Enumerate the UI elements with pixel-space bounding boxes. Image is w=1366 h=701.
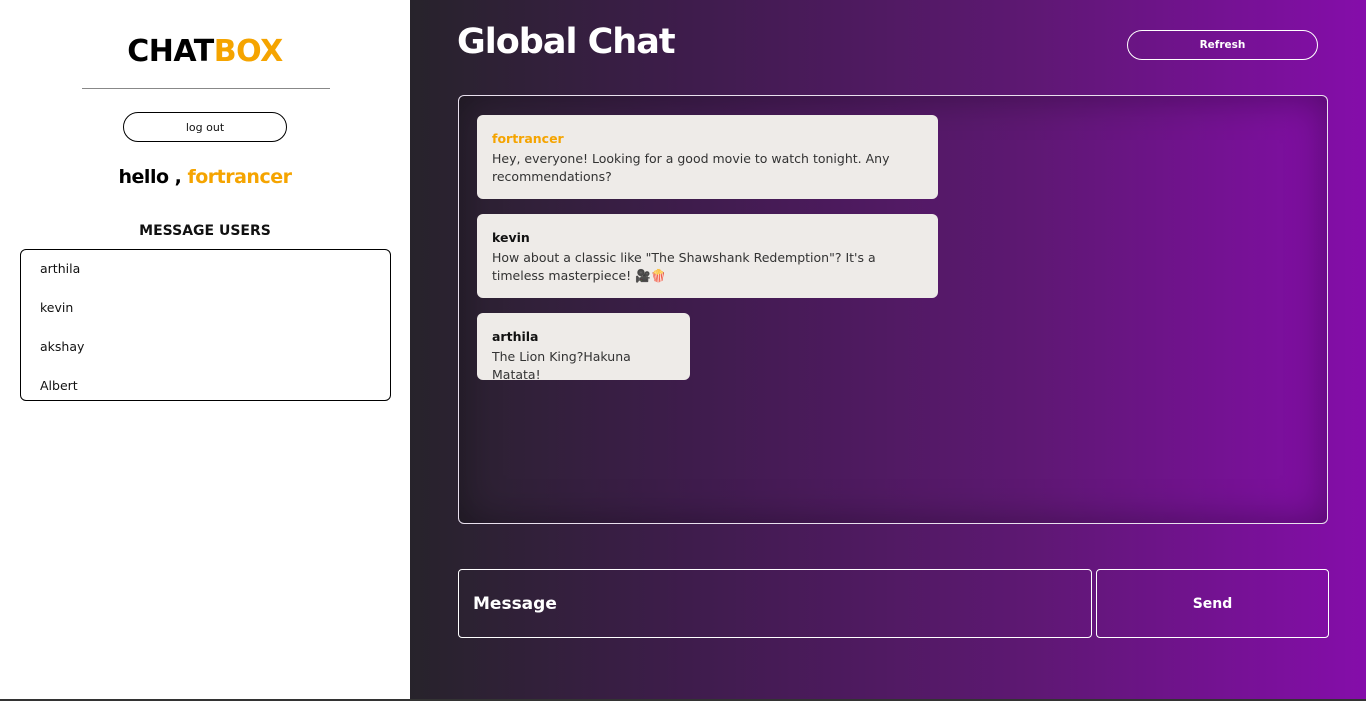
message-users-heading: MESSAGE USERS — [139, 223, 271, 239]
send-button[interactable]: Send — [1096, 569, 1329, 638]
message-bubble: kevin How about a classic like "The Shaw… — [477, 214, 938, 298]
message-sender: arthila — [492, 329, 539, 344]
chat-messages-panel[interactable]: fortrancer Hey, everyone! Looking for a … — [458, 95, 1328, 524]
brand-part-box: BOX — [213, 34, 283, 69]
brand-logo: CHATBOX — [0, 34, 410, 69]
message-text: Hey, everyone! Looking for a good movie … — [492, 151, 890, 184]
message-bubble: arthila The Lion King?Hakuna Matata! — [477, 313, 690, 382]
message-text: The Lion King?Hakuna Matata! — [492, 349, 631, 382]
user-item-kevin[interactable]: kevin — [40, 300, 73, 315]
message-sender: kevin — [492, 230, 530, 245]
message-input-placeholder: Message — [473, 593, 557, 614]
message-input[interactable]: Message — [458, 569, 1092, 638]
message-sender: fortrancer — [492, 131, 564, 146]
user-item-akshay[interactable]: akshay — [40, 339, 84, 354]
logout-button[interactable]: log out — [123, 112, 287, 142]
sidebar-divider — [82, 88, 330, 89]
brand-part-chat: CHAT — [127, 34, 214, 69]
user-item-albert[interactable]: Albert — [40, 378, 78, 393]
main-chat-area: Global Chat Refresh fortrancer Hey, ever… — [410, 0, 1366, 699]
greeting-prefix: hello , — [118, 166, 182, 188]
refresh-button[interactable]: Refresh — [1127, 30, 1318, 60]
greeting: hello , fortrancer — [0, 166, 410, 188]
users-list: arthila kevin akshay Albert — [20, 249, 391, 401]
page-title: Global Chat — [457, 22, 676, 62]
message-bubble: fortrancer Hey, everyone! Looking for a … — [477, 115, 938, 199]
current-username: fortrancer — [187, 166, 292, 188]
user-item-arthila[interactable]: arthila — [40, 261, 80, 276]
sidebar: CHATBOX log out hello , fortrancer MESSA… — [0, 0, 410, 699]
message-text: How about a classic like "The Shawshank … — [492, 250, 876, 283]
